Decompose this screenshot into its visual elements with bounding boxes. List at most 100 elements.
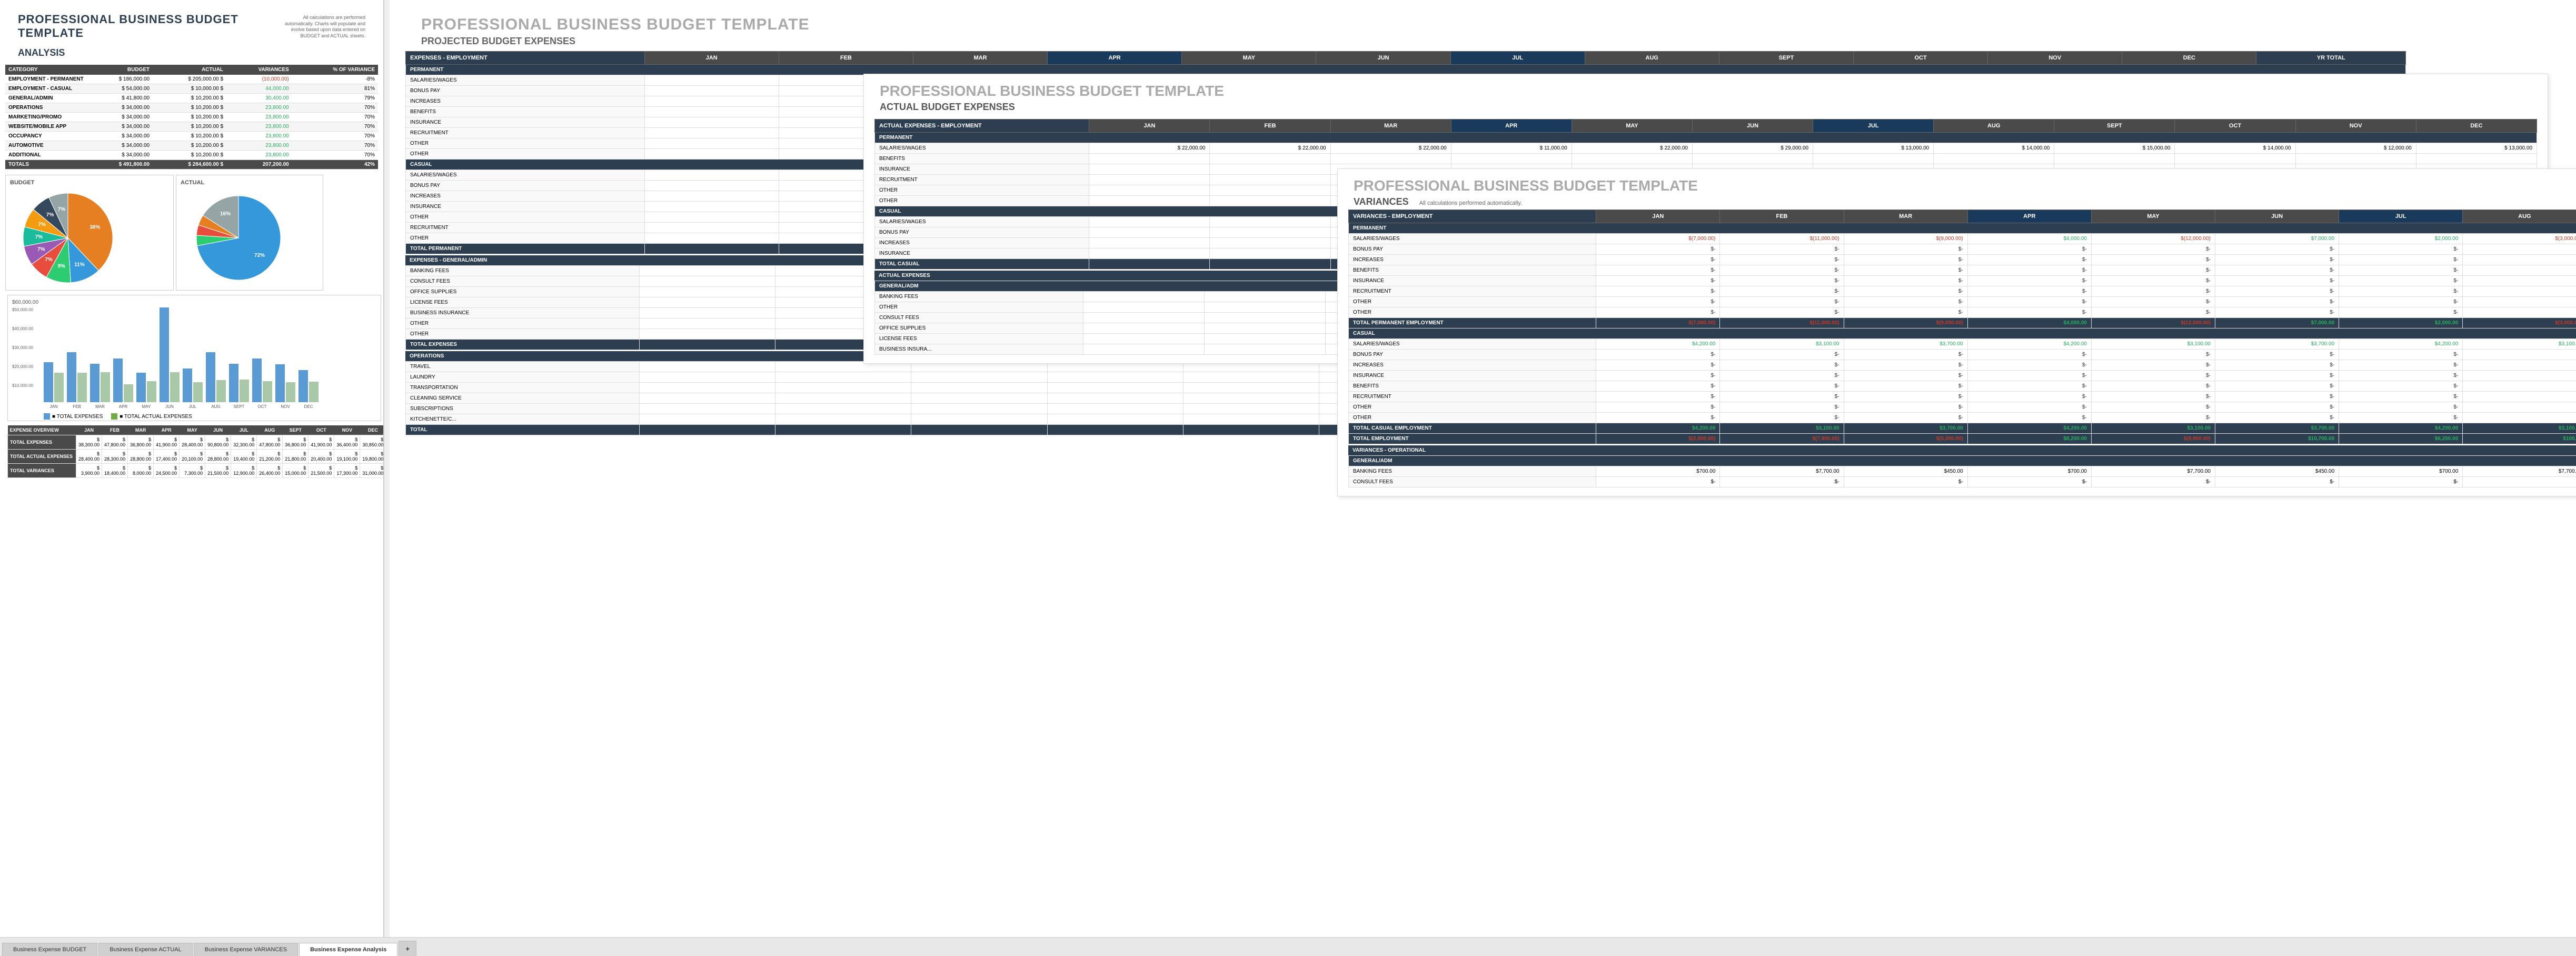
cell-label: RECRUITMENT — [1349, 392, 1596, 402]
summary-cell: $ 30,850.00 — [360, 435, 384, 450]
summary-row-label: TOTAL ACTUAL EXPENSES — [8, 450, 76, 464]
var-operational-header: VARIANCES - OPERATIONAL — [1348, 445, 2576, 455]
summary-cell: $ 47,800.00 — [102, 435, 128, 450]
var-cell: $- — [2339, 371, 2463, 381]
var-cell: $(11,000.00) — [1720, 234, 1844, 244]
var-cell: $- — [1596, 360, 1720, 371]
var-cell: $3,700.00 — [1844, 423, 1967, 434]
cell-total-emp: TOTAL EMPLOYMENT — [1349, 434, 1596, 444]
var-cell: $- — [1596, 381, 1720, 392]
summary-cell: $ 17,400.00 — [154, 450, 180, 464]
cell-label: INSURANCE — [1349, 371, 1596, 381]
tab-add-button[interactable]: + — [399, 941, 416, 956]
summary-cell: $ 28,400.00 — [76, 450, 102, 464]
th-category: CATEGORY — [5, 65, 87, 75]
var-cell: $- — [2463, 392, 2576, 402]
var-cell: $- — [2091, 276, 2215, 286]
projected-title: PROFESSIONAL BUSINESS BUDGET TEMPLATE — [405, 5, 2406, 36]
table-row: BANKING FEES $700.00 $7,700.00 $450.00 $… — [1349, 466, 2576, 477]
row-perm-header: PERMANENT — [1349, 223, 2576, 234]
var-cell: $- — [2339, 413, 2463, 423]
bar-group-nov — [275, 364, 295, 402]
var-cell: $- — [2091, 244, 2215, 255]
tab-variances[interactable]: Business Expense VARIANCES — [194, 943, 298, 956]
th-pct: % OF VARIANCE — [292, 65, 378, 75]
table-row: SALARIES/WAGES$(7,000.00)$(11,000.00)$(9… — [1349, 234, 2576, 244]
th-proj-oct: OCT — [1854, 52, 1988, 65]
cell-category: EMPLOYMENT - PERMANENT — [5, 75, 87, 84]
th-jul: JUL — [231, 425, 257, 435]
var-cell: $4,200.00 — [2339, 339, 2463, 350]
var-cell: $- — [1967, 402, 2091, 413]
actual-bar-oct — [263, 381, 272, 402]
svg-text:38%: 38% — [89, 224, 100, 230]
x-label-jan: JAN — [44, 404, 64, 409]
var-cell: $3,100.00 — [2463, 423, 2576, 434]
var-cell: $- — [2339, 286, 2463, 297]
var-cell: $- — [2091, 381, 2215, 392]
var-cell: $- — [2463, 371, 2576, 381]
var-cell: $(12,000.00) — [2091, 234, 2215, 244]
summary-cell: $ 7,300.00 — [180, 464, 205, 478]
summary-row: TOTAL ACTUAL EXPENSES$ 28,400.00$ 28,300… — [8, 450, 385, 464]
x-label-aug: AUG — [206, 404, 226, 409]
actual-pie-chart: ACTUAL 72%16% — [176, 175, 323, 291]
var-cell: $- — [1596, 371, 1720, 381]
bar-legend: ■ TOTAL EXPENSES ■ TOTAL ACTUAL EXPENSES — [12, 413, 376, 420]
cell-label: RECRUITMENT — [406, 223, 645, 233]
var-cell: $- — [2463, 286, 2576, 297]
cell-budget-val: $ 34,000.00 — [87, 103, 153, 113]
var-cell: $- — [2463, 276, 2576, 286]
tab-budget[interactable]: Business Expense BUDGET — [2, 943, 97, 956]
x-label-dec: DEC — [299, 404, 319, 409]
x-label-oct: OCT — [252, 404, 272, 409]
th-var-jul: JUL — [2339, 210, 2463, 223]
cell-label: INCREASES — [406, 191, 645, 202]
var-cell: $- — [1596, 244, 1720, 255]
tab-actual[interactable]: Business Expense ACTUAL — [98, 943, 192, 956]
th-var-may: MAY — [2091, 210, 2215, 223]
var-cell: $- — [1720, 360, 1844, 371]
th-oct: OCT — [309, 425, 334, 435]
actual-bar-dec — [309, 382, 319, 402]
tab-analysis[interactable]: Business Expense Analysis — [299, 943, 397, 956]
cell-actual-val: $ 10,200.00 $ — [153, 122, 226, 132]
variances-section: PROFESSIONAL BUSINESS BUDGET TEMPLATE VA… — [1337, 168, 2576, 496]
summary-cell: $ 24,500.00 — [154, 464, 180, 478]
var-cell: $- — [2339, 297, 2463, 307]
var-cell: $(9,000.00) — [1844, 318, 1967, 328]
var-cell: $2,000.00 — [2339, 234, 2463, 244]
cell-total-perm: TOTAL PERMANENT — [406, 244, 645, 254]
table-row: INSURANCE$-$-$-$-$-$-$-$-$-$-$- — [1349, 276, 2576, 286]
th-act-jan: JAN — [1089, 120, 1210, 133]
th-var-feb: FEB — [1720, 210, 1844, 223]
var-cell: $- — [2463, 244, 2576, 255]
cell-label: BONUS PAY — [1349, 244, 1596, 255]
cell-actual-val: $ 10,200.00 $ — [153, 113, 226, 122]
var-cell: $- — [2339, 276, 2463, 286]
var-cell: $- — [1596, 307, 1720, 318]
summary-table: EXPENSE OVERVIEW JAN FEB MAR APR MAY JUN… — [7, 425, 384, 478]
summary-cell: $ 28,300.00 — [102, 450, 128, 464]
var-cell: $3,100.00 — [2463, 339, 2576, 350]
summary-cell: $ 38,300.00 — [76, 435, 102, 450]
table-row: OTHER$-$-$-$-$-$-$-$-$-$-$- — [1349, 413, 2576, 423]
summary-cell: $ 28,800.00 — [128, 450, 154, 464]
cell-label: RECRUITMENT — [1349, 286, 1596, 297]
th-act-nov: NOV — [2295, 120, 2416, 133]
cell-variance-val: 23,800.00 — [226, 113, 292, 122]
actual-title: PROFESSIONAL BUSINESS BUDGET TEMPLATE — [864, 74, 2548, 102]
var-cell: $- — [1967, 350, 2091, 360]
var-cell: $- — [2091, 392, 2215, 402]
var-cell: $- — [1596, 350, 1720, 360]
summary-cell: $ 21,200.00 — [257, 450, 283, 464]
var-cell: $- — [1844, 244, 1967, 255]
var-cell: $- — [2215, 413, 2339, 423]
svg-text:7%: 7% — [46, 212, 54, 218]
th-proj-sept: SEPT — [1719, 52, 1853, 65]
var-cell: $3,100.00 — [1720, 339, 1844, 350]
th-act-sept: SEPT — [2054, 120, 2175, 133]
th-proj-dec: DEC — [2122, 52, 2256, 65]
variances-title-row: PROFESSIONAL BUSINESS BUDGET TEMPLATE — [1338, 169, 2576, 196]
var-cell: $- — [1720, 413, 1844, 423]
